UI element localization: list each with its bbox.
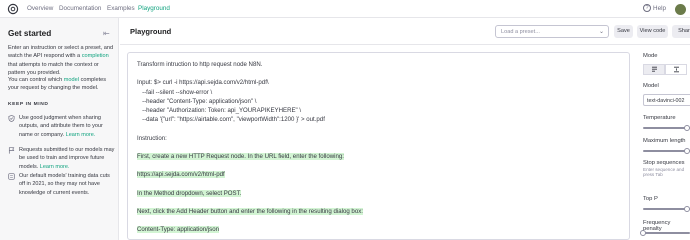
temperature-slider-handle[interactable] xyxy=(684,125,690,131)
tip-item: Use good judgment when sharing outputs, … xyxy=(8,114,116,139)
max-length-label: Maximum length xyxy=(643,138,686,144)
top-nav: Overview Documentation Examples Playgrou… xyxy=(0,0,690,18)
complete-mode-icon xyxy=(651,66,657,72)
learn-more-link[interactable]: Learn more. xyxy=(40,164,70,170)
save-button[interactable]: Save xyxy=(614,25,633,38)
prompt-editor[interactable]: Transform intruction to http request nod… xyxy=(127,52,630,240)
frequency-penalty-slider-handle[interactable] xyxy=(640,230,646,236)
editor-line: In the Method dropdown, select POST. xyxy=(137,189,242,197)
mode-label: Mode xyxy=(643,53,658,59)
stop-sequences-hint: Enter sequence and press Tab xyxy=(643,167,685,177)
settings-panel: Mode Model text-davinci-002 Temperature … xyxy=(640,45,690,240)
editor-line: First, create a new HTTP Request node. I… xyxy=(137,152,344,160)
insert-mode-icon xyxy=(673,66,679,73)
frequency-penalty-slider[interactable] xyxy=(643,232,690,234)
frequency-penalty-label: Frequency penalty xyxy=(643,220,671,232)
keep-in-mind-heading: KEEP IN MIND xyxy=(8,102,49,107)
editor-line: Next, click the Add Header button and en… xyxy=(137,208,363,215)
collapse-sidebar-icon[interactable]: ⇤ xyxy=(103,29,110,38)
complete-mode-button[interactable] xyxy=(643,64,665,75)
help-button[interactable]: ? Help xyxy=(643,4,666,12)
editor-line: --header "Content-Type: application/json… xyxy=(137,97,257,105)
flag-icon xyxy=(8,147,15,154)
nav-documentation[interactable]: Documentation xyxy=(59,5,101,12)
editor-line: Input: $> curl -i https://api.sejda.com/… xyxy=(137,79,269,87)
preset-select[interactable]: Load a preset... ⌄ xyxy=(495,25,609,38)
nav-playground[interactable]: Playground xyxy=(138,5,170,12)
editor-line: Instruction: xyxy=(137,134,167,142)
view-code-button[interactable]: View code xyxy=(637,25,668,38)
top-p-slider[interactable] xyxy=(643,208,690,210)
nav-overview[interactable]: Overview xyxy=(27,5,53,12)
tip-item: Requests submitted to our models may be … xyxy=(8,146,116,171)
help-icon: ? xyxy=(643,4,652,12)
tip-text: Requests submitted to our models may be … xyxy=(19,147,115,170)
avatar[interactable] xyxy=(675,4,686,15)
get-started-sidebar: Get started ⇤ Enter an instruction or se… xyxy=(0,18,119,240)
chevron-down-icon: ⌄ xyxy=(598,29,604,35)
editor-line: --header "Authorization: Token: api_YOUR… xyxy=(137,106,302,114)
model-label: Model xyxy=(643,83,659,89)
preset-placeholder: Load a preset... xyxy=(501,29,540,35)
nav-examples[interactable]: Examples xyxy=(107,5,135,12)
editor-line: --fail --silent --show-error \ xyxy=(137,88,213,96)
top-p-label: Top P xyxy=(643,196,658,202)
max-length-slider[interactable] xyxy=(643,150,690,152)
temperature-label: Temperature xyxy=(643,115,676,121)
model-link[interactable]: model xyxy=(64,77,79,83)
info-icon xyxy=(8,173,15,180)
model-select[interactable]: text-davinci-002 xyxy=(643,94,690,106)
insert-mode-button[interactable] xyxy=(665,64,687,75)
stop-sequences-label: Stop sequences xyxy=(643,160,685,166)
temperature-slider[interactable] xyxy=(643,127,690,129)
sidebar-model-note: You can control which model completes yo… xyxy=(8,77,107,92)
editor-line: Content-Type: application/json xyxy=(137,226,219,234)
shield-check-icon xyxy=(8,115,15,122)
editor-line: Transform intruction to http request nod… xyxy=(137,61,263,68)
max-length-slider-handle[interactable] xyxy=(684,148,690,154)
share-button[interactable]: Shar xyxy=(672,25,690,38)
editor-line: --data '{"url": "https://airtable.com", … xyxy=(137,116,325,124)
page-title: Playground xyxy=(130,27,172,36)
editor-line: https://api.sejda.com/v2/html-pdf xyxy=(137,171,225,179)
tip-item: Our default models' training data cuts o… xyxy=(8,172,116,197)
tip-text: Use good judgment when sharing outputs, … xyxy=(19,115,103,138)
sidebar-intro: Enter an instruction or select a preset,… xyxy=(8,45,114,77)
tip-text: Our default models' training data cuts o… xyxy=(19,173,110,196)
prompt-text[interactable]: Transform intruction to http request nod… xyxy=(137,60,617,235)
learn-more-link[interactable]: Learn more. xyxy=(66,132,96,138)
completion-link[interactable]: completion xyxy=(82,53,109,59)
playground-header: Playground Load a preset... ⌄ Save View … xyxy=(120,18,690,45)
openai-logo-icon[interactable] xyxy=(7,3,19,15)
top-p-slider-handle[interactable] xyxy=(684,206,690,212)
sidebar-title: Get started xyxy=(8,29,52,38)
help-label: Help xyxy=(653,4,666,12)
